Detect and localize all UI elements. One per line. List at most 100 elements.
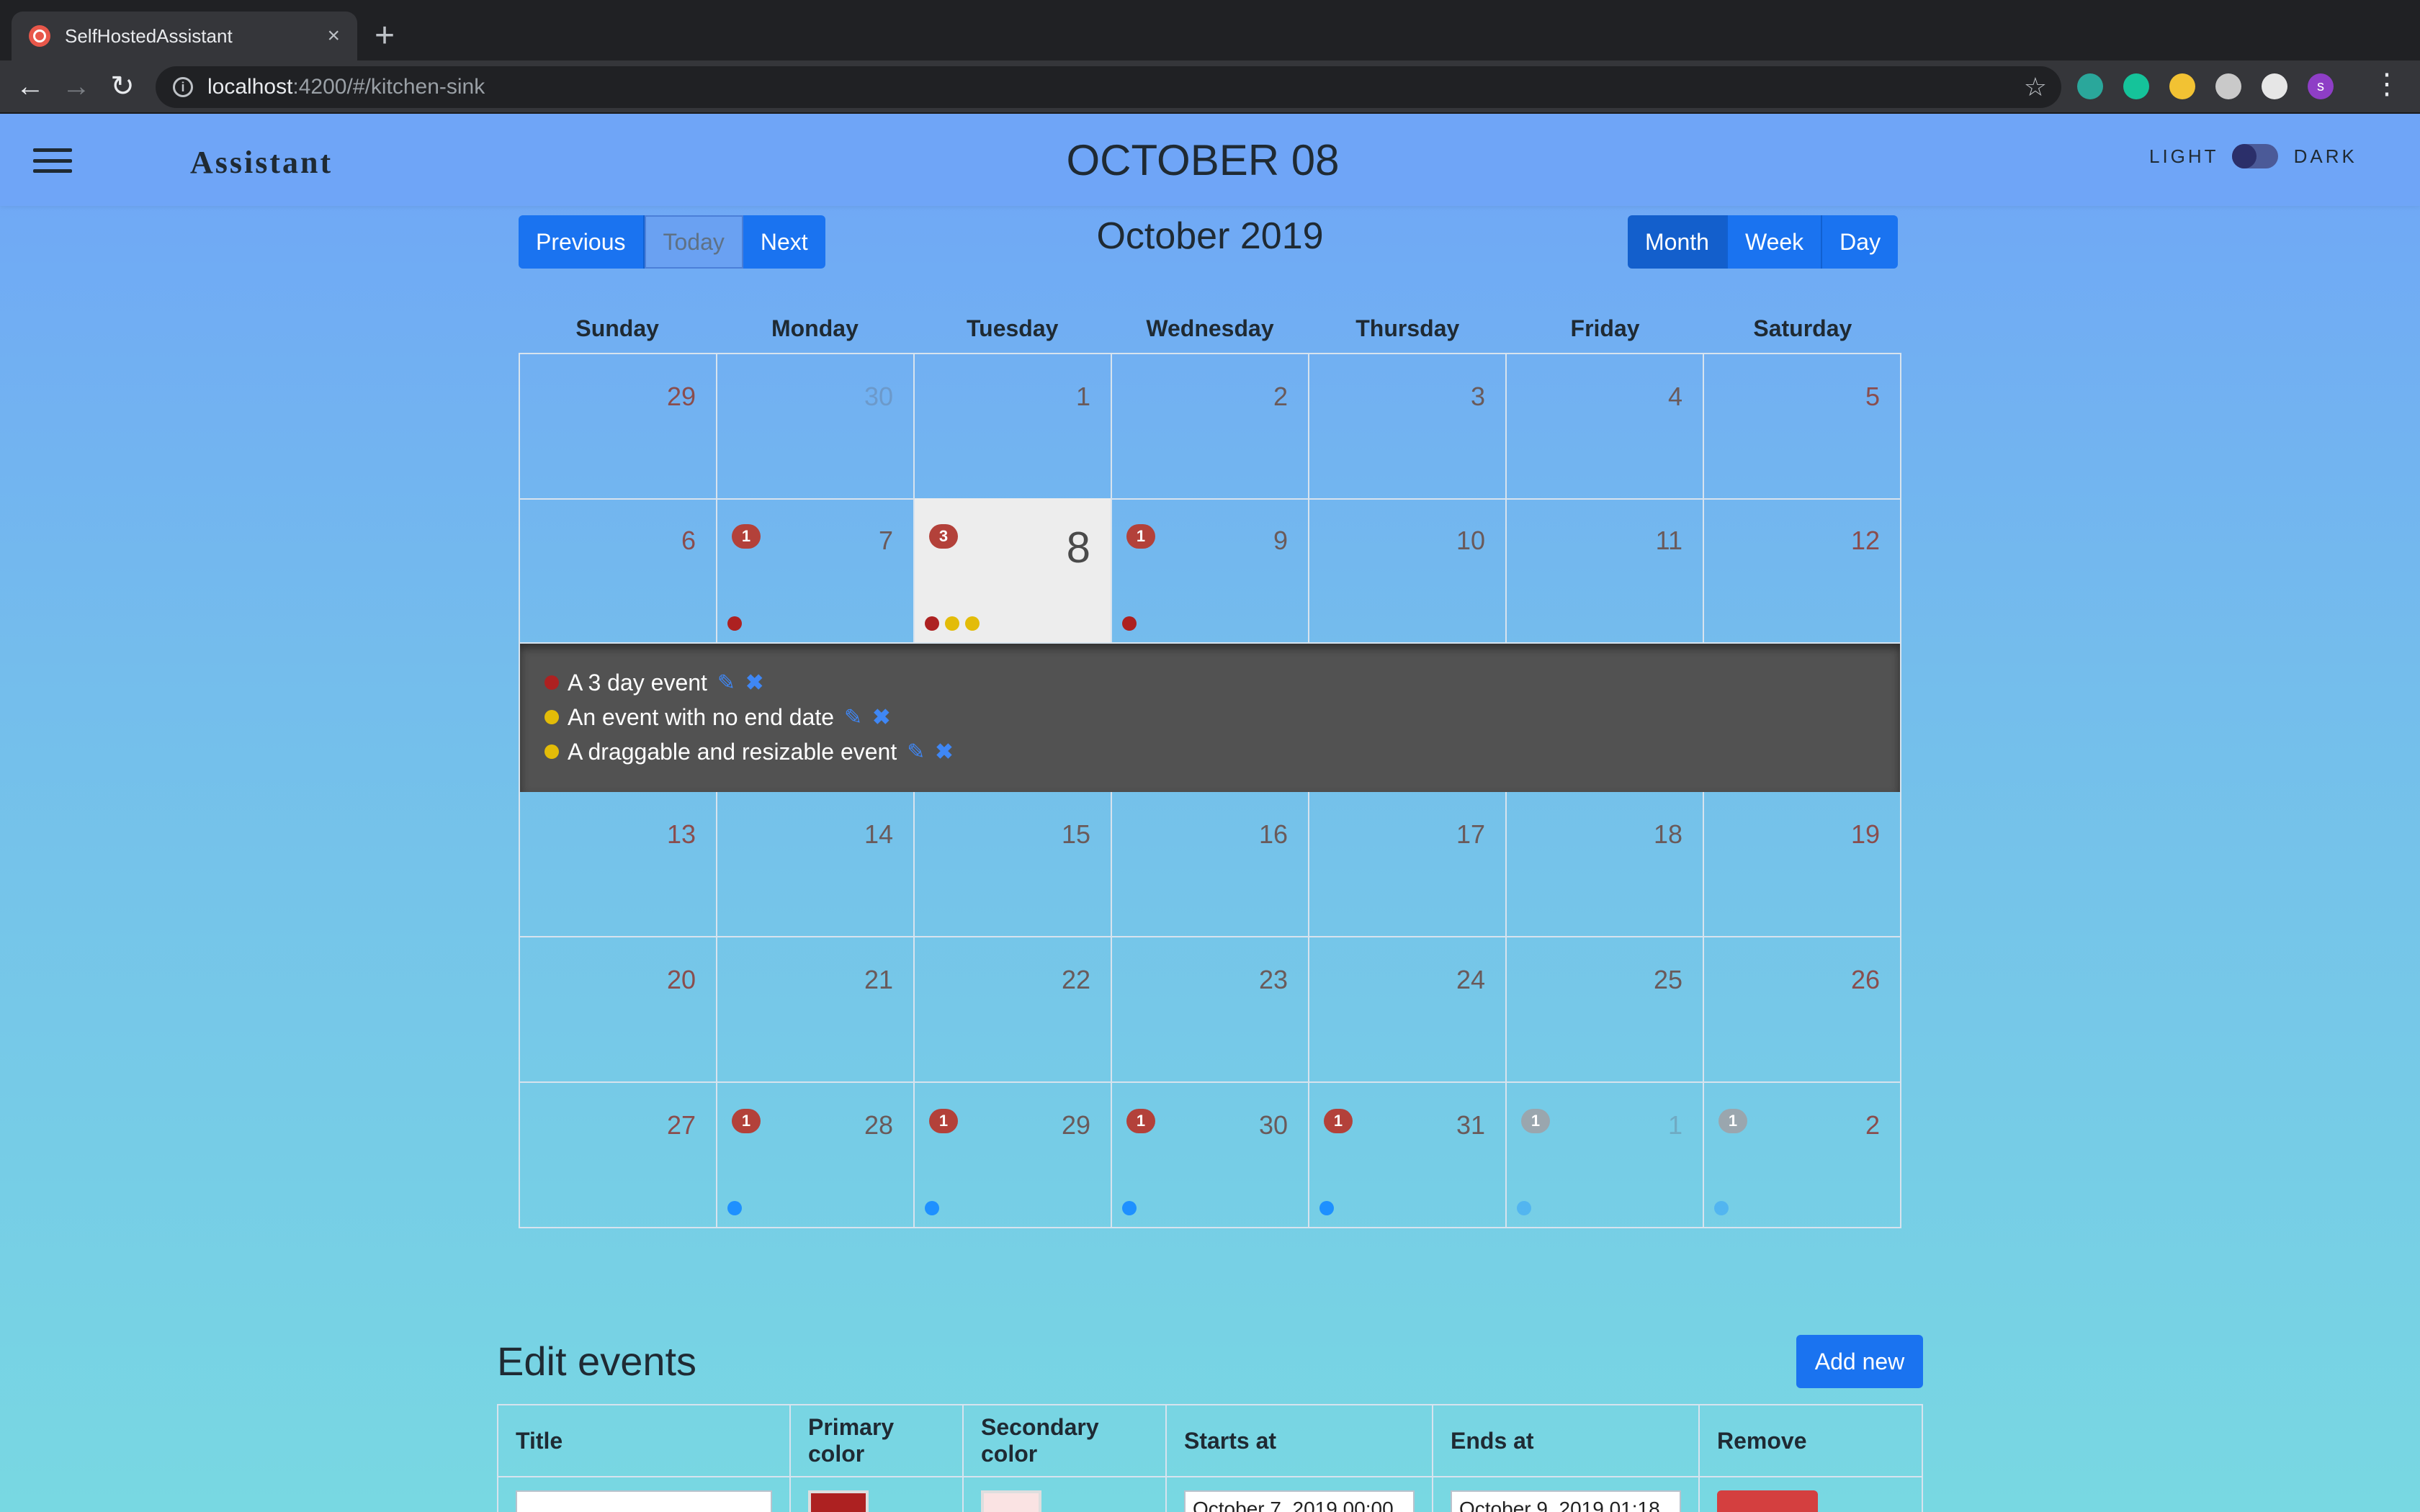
event-title-link[interactable]: A draggable and resizable event: [568, 739, 897, 765]
day-cell[interactable]: 11: [1507, 498, 1704, 644]
previous-button[interactable]: Previous: [519, 215, 645, 269]
event-dot[interactable]: [1122, 1201, 1137, 1215]
next-button[interactable]: Next: [743, 215, 825, 269]
profile-avatar-icon[interactable]: s: [2308, 73, 2334, 99]
weekday-label: Sunday: [575, 315, 659, 341]
browser-tab[interactable]: SelfHostedAssistant ×: [12, 12, 357, 60]
hamburger-menu-icon[interactable]: [33, 148, 72, 173]
event-dot[interactable]: [1517, 1201, 1531, 1215]
site-info-icon[interactable]: i: [173, 77, 193, 97]
day-cell[interactable]: 4: [1507, 354, 1704, 500]
day-cell[interactable]: 31 1: [1309, 1083, 1507, 1228]
browser-menu-icon[interactable]: ⋮: [2372, 68, 2401, 101]
day-cell[interactable]: 91: [1112, 498, 1309, 644]
pencil-edit-icon[interactable]: ✎: [844, 705, 862, 730]
event-title-link[interactable]: A 3 day event: [568, 670, 707, 696]
day-cell[interactable]: 26: [1704, 937, 1901, 1083]
day-cell[interactable]: 12: [1704, 498, 1901, 644]
event-dot[interactable]: [1714, 1201, 1729, 1215]
ends-at-input[interactable]: October 9, 2019 01:18: [1451, 1490, 1681, 1512]
day-number: 21: [864, 965, 893, 994]
day-cell[interactable]: 10: [1309, 498, 1507, 644]
primary-color-picker[interactable]: [808, 1490, 869, 1512]
extension-white-icon[interactable]: [2262, 73, 2287, 99]
day-cell[interactable]: 15: [915, 792, 1112, 937]
day-cell[interactable]: 21: [1704, 1083, 1901, 1228]
event-title-link[interactable]: An event with no end date: [568, 704, 834, 731]
week-view-button[interactable]: Week: [1727, 215, 1823, 269]
day-number: 4: [1667, 382, 1682, 411]
day-cell[interactable]: 29 1: [915, 1083, 1112, 1228]
day-cell[interactable]: 5: [1704, 354, 1901, 500]
event-dots: [1122, 1201, 1142, 1215]
day-cell[interactable]: 22: [915, 937, 1112, 1083]
event-dot[interactable]: [945, 616, 959, 631]
starts-at-input[interactable]: October 7, 2019 00:00: [1184, 1490, 1415, 1512]
today-button[interactable]: Today: [644, 215, 743, 269]
event-dot[interactable]: [925, 616, 939, 631]
day-cell[interactable]: 21: [717, 937, 915, 1083]
day-cell[interactable]: 17: [1309, 792, 1507, 937]
day-cell[interactable]: 13: [520, 792, 717, 937]
theme-toggle[interactable]: [2231, 144, 2278, 168]
day-cell[interactable]: 25: [1507, 937, 1704, 1083]
day-cell[interactable]: 23: [1112, 937, 1309, 1083]
day-cell[interactable]: 28 1: [717, 1083, 915, 1228]
day-view-button[interactable]: Day: [1822, 215, 1899, 269]
event-dot[interactable]: [727, 1201, 742, 1215]
event-dot[interactable]: [1319, 1201, 1334, 1215]
pencil-edit-icon[interactable]: ✎: [907, 739, 925, 765]
extension-teal-icon[interactable]: [2077, 73, 2103, 99]
address-bar[interactable]: i localhost :4200/#/kitchen-sink ☆: [156, 66, 2061, 108]
event-dot[interactable]: [965, 616, 980, 631]
day-cell[interactable]: 18: [1507, 792, 1704, 937]
day-number: 17: [1456, 819, 1485, 849]
month-view-button[interactable]: Month: [1628, 215, 1728, 269]
browser-toolbar: ← → ↻ i localhost :4200/#/kitchen-sink ☆…: [0, 60, 2420, 114]
event-title-input[interactable]: [516, 1490, 772, 1512]
day-cell[interactable]: 6: [520, 498, 717, 644]
day-cell[interactable]: 1: [915, 354, 1112, 500]
event-dot[interactable]: [727, 616, 742, 631]
new-tab-button[interactable]: +: [375, 16, 395, 56]
day-cell[interactable]: 11: [1507, 1083, 1704, 1228]
remove-event-button[interactable]: [1717, 1490, 1818, 1512]
event-dot[interactable]: [1122, 616, 1137, 631]
day-cell[interactable]: 27: [520, 1083, 717, 1228]
extension-gray-icon[interactable]: [2215, 73, 2241, 99]
day-number: 5: [1865, 382, 1880, 411]
extension-yellow-icon[interactable]: [2169, 73, 2195, 99]
bookmark-star-icon[interactable]: ☆: [2024, 72, 2047, 102]
day-cell[interactable]: 29: [520, 354, 717, 500]
day-cell[interactable]: 30: [717, 354, 915, 500]
event-dot[interactable]: [925, 1201, 939, 1215]
day-cell[interactable]: 2: [1112, 354, 1309, 500]
day-cell[interactable]: 16: [1112, 792, 1309, 937]
delete-x-icon[interactable]: ✖: [745, 670, 763, 696]
day-cell[interactable]: 83: [915, 498, 1112, 644]
event-list-item: An event with no end date ✎ ✖: [544, 700, 1876, 734]
events-table-header: Title Primary color Secondary color Starts …: [497, 1404, 1923, 1477]
grammarly-icon[interactable]: [2123, 73, 2149, 99]
day-cell[interactable]: 19: [1704, 792, 1901, 937]
back-icon[interactable]: ←: [13, 69, 48, 104]
day-cell[interactable]: 24: [1309, 937, 1507, 1083]
delete-x-icon[interactable]: ✖: [935, 739, 953, 765]
reload-icon[interactable]: ↻: [105, 69, 140, 104]
day-cell[interactable]: 71: [717, 498, 915, 644]
secondary-color-picker[interactable]: [981, 1490, 1041, 1512]
add-new-button[interactable]: Add new: [1796, 1335, 1923, 1388]
weekday-label: Monday: [771, 315, 859, 341]
day-number: 26: [1850, 965, 1880, 994]
close-tab-icon[interactable]: ×: [327, 24, 340, 48]
day-cell[interactable]: 14: [717, 792, 915, 937]
day-cell[interactable]: 20: [520, 937, 717, 1083]
day-number: 1: [1667, 1110, 1682, 1140]
event-list-item: A 3 day event ✎ ✖: [544, 665, 1876, 700]
delete-x-icon[interactable]: ✖: [872, 705, 890, 730]
forward-icon[interactable]: →: [59, 69, 94, 104]
day-cell[interactable]: 30 1: [1112, 1083, 1309, 1228]
day-cell[interactable]: 3: [1309, 354, 1507, 500]
pencil-edit-icon[interactable]: ✎: [717, 670, 735, 696]
event-dots: [925, 616, 985, 631]
